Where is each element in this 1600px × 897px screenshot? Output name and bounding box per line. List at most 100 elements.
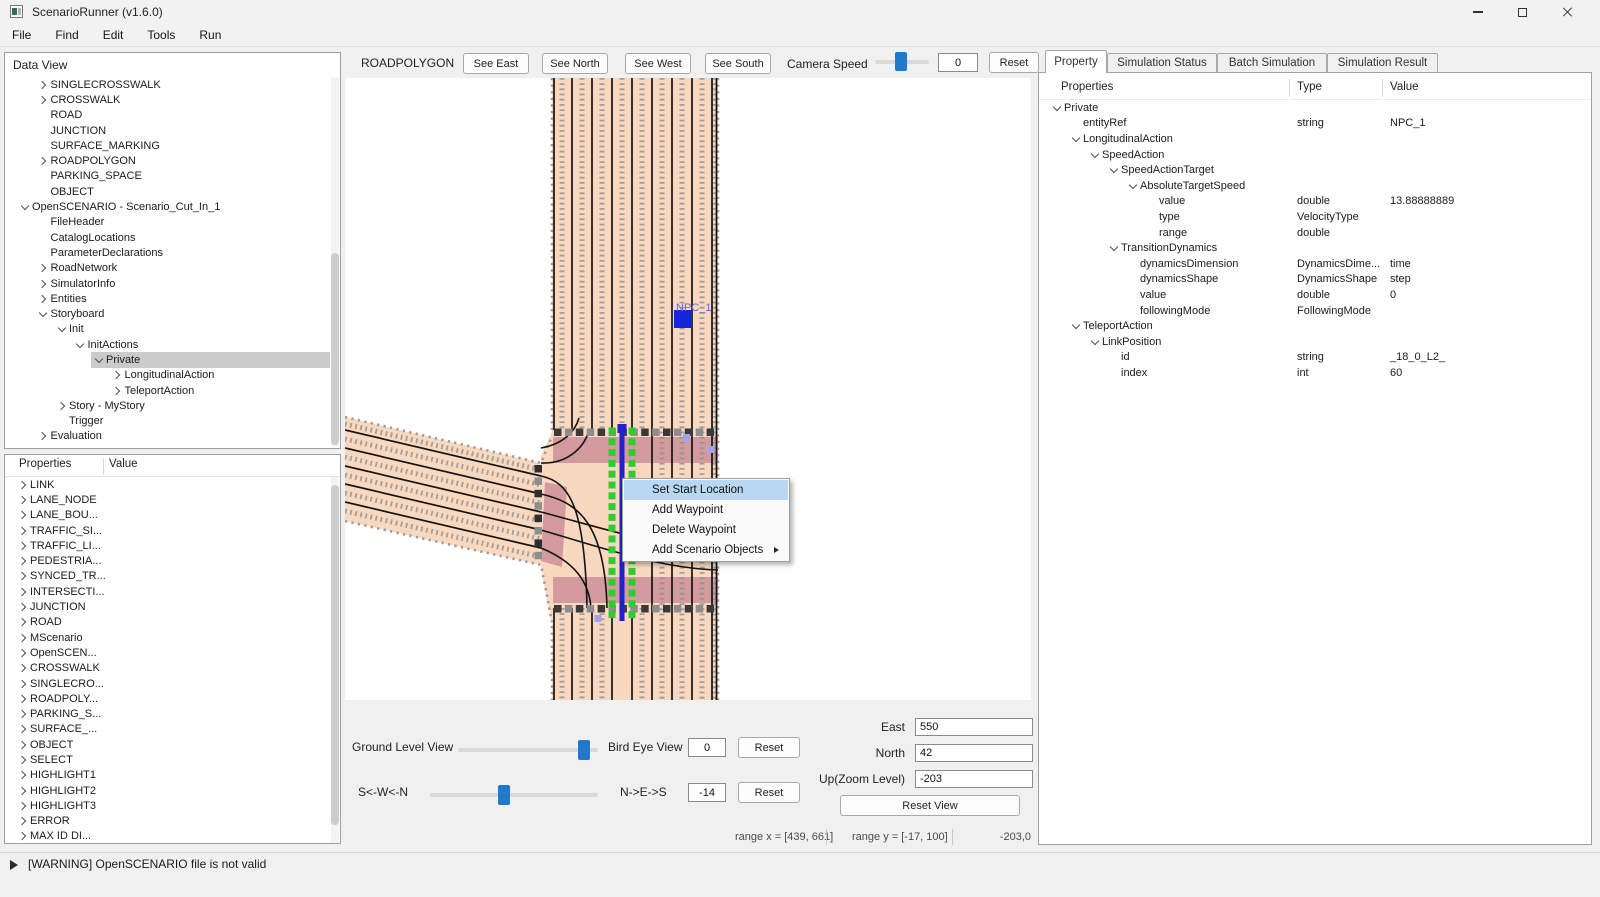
layer-item[interactable]: MAX ID DI...: [5, 829, 330, 844]
property-row[interactable]: followingModeFollowingMode: [1039, 303, 1589, 319]
tree-item[interactable]: InitActions: [5, 337, 330, 352]
property-row[interactable]: SpeedActionTarget: [1039, 162, 1589, 178]
tree-item[interactable]: ROAD: [5, 108, 330, 123]
tree-item[interactable]: Trigger: [5, 414, 330, 429]
data-view-scrollbar[interactable]: [331, 77, 339, 447]
minimize-button[interactable]: [1455, 0, 1500, 24]
tree-item[interactable]: RoadNetwork: [5, 261, 330, 276]
layer-item[interactable]: PEDESTRIA...: [5, 553, 330, 568]
property-row[interactable]: valuedouble13.88888889: [1039, 194, 1589, 210]
layer-item[interactable]: ROAD: [5, 615, 330, 630]
up-zoom-input[interactable]: [915, 770, 1033, 788]
tree-item[interactable]: CROSSWALK: [5, 92, 330, 107]
tree-item[interactable]: SimulatorInfo: [5, 276, 330, 291]
menu-item-edit[interactable]: Edit: [91, 24, 136, 46]
tree-item[interactable]: OpenSCENARIO - Scenario_Cut_In_1: [5, 199, 330, 214]
reset-view-button[interactable]: Reset View: [840, 795, 1020, 816]
rotation-slider-thumb[interactable]: [498, 785, 510, 805]
rotation-slider[interactable]: [430, 793, 598, 797]
tree-item[interactable]: Storyboard: [5, 306, 330, 321]
tree-item[interactable]: CatalogLocations: [5, 230, 330, 245]
property-row[interactable]: rangedouble: [1039, 225, 1589, 241]
tree-item[interactable]: SURFACE_MARKING: [5, 138, 330, 153]
tree-item[interactable]: JUNCTION: [5, 123, 330, 138]
property-row[interactable]: TeleportAction: [1039, 318, 1589, 334]
context-menu-item[interactable]: Add Scenario Objects: [624, 540, 788, 560]
bird-eye-input[interactable]: [688, 738, 726, 757]
layer-item[interactable]: LANE_NODE: [5, 492, 330, 507]
tab-simulation-result[interactable]: Simulation Result: [1327, 53, 1438, 72]
property-row[interactable]: AbsoluteTargetSpeed: [1039, 178, 1589, 194]
layer-item[interactable]: JUNCTION: [5, 599, 330, 614]
camera-speed-slider-thumb[interactable]: [895, 52, 907, 71]
camera-reset-button[interactable]: Reset: [989, 52, 1039, 73]
property-row[interactable]: indexint60: [1039, 365, 1589, 381]
menu-item-run[interactable]: Run: [187, 24, 233, 46]
camera-speed-input[interactable]: [938, 53, 978, 72]
layer-item[interactable]: TRAFFIC_SI...: [5, 523, 330, 538]
layer-item[interactable]: MScenario: [5, 630, 330, 645]
menu-item-tools[interactable]: Tools: [135, 24, 187, 46]
property-row[interactable]: LinkPosition: [1039, 334, 1589, 350]
layer-item[interactable]: OpenSCEN...: [5, 645, 330, 660]
tree-item[interactable]: LongitudinalAction: [5, 368, 330, 383]
tab-simulation-status[interactable]: Simulation Status: [1107, 53, 1217, 72]
property-row[interactable]: valuedouble0: [1039, 287, 1589, 303]
rotation-input[interactable]: [688, 783, 726, 802]
tree-item[interactable]: PARKING_SPACE: [5, 169, 330, 184]
tree-item[interactable]: Entities: [5, 291, 330, 306]
tree-item[interactable]: ParameterDeclarations: [5, 245, 330, 260]
ground-level-slider-thumb[interactable]: [578, 740, 590, 760]
tree-item[interactable]: Private: [5, 352, 330, 367]
see-button-west[interactable]: See West: [625, 53, 691, 74]
map-canvas[interactable]: NPC_1: [345, 78, 1031, 700]
see-button-north[interactable]: See North: [542, 53, 608, 74]
property-row[interactable]: dynamicsDimensionDynamicsDime...time: [1039, 256, 1589, 272]
tree-item[interactable]: ROADPOLYGON: [5, 153, 330, 168]
layer-item[interactable]: OBJECT: [5, 737, 330, 752]
close-button[interactable]: [1545, 0, 1590, 24]
property-row[interactable]: idstring_18_0_L2_: [1039, 350, 1589, 366]
see-button-east[interactable]: See East: [463, 53, 529, 74]
property-row[interactable]: typeVelocityType: [1039, 209, 1589, 225]
maximize-button[interactable]: [1500, 0, 1545, 24]
layer-item[interactable]: LANE_BOU...: [5, 508, 330, 523]
layer-item[interactable]: SYNCED_TR...: [5, 569, 330, 584]
ground-level-slider[interactable]: [458, 748, 598, 752]
bird-eye-reset-button[interactable]: Reset: [738, 737, 800, 758]
rotation-reset-button[interactable]: Reset: [738, 782, 800, 803]
context-menu-item[interactable]: Add Waypoint: [624, 500, 788, 520]
tree-item[interactable]: TeleportAction: [5, 383, 330, 398]
tree-item[interactable]: Story - MyStory: [5, 398, 330, 413]
layer-item[interactable]: ROADPOLY...: [5, 691, 330, 706]
menu-item-file[interactable]: File: [0, 24, 43, 46]
property-row[interactable]: Private: [1039, 100, 1589, 116]
layer-item[interactable]: HIGHLIGHT1: [5, 768, 330, 783]
layer-item[interactable]: SURFACE_...: [5, 722, 330, 737]
tree-item[interactable]: OBJECT: [5, 184, 330, 199]
tab-batch-simulation[interactable]: Batch Simulation: [1217, 53, 1327, 72]
layer-item[interactable]: LINK: [5, 477, 330, 492]
layer-scrollbar[interactable]: [331, 477, 339, 843]
tree-item[interactable]: SINGLECROSSWALK: [5, 77, 330, 92]
property-row[interactable]: TransitionDynamics: [1039, 240, 1589, 256]
tree-item[interactable]: Init: [5, 322, 330, 337]
layer-item[interactable]: HIGHLIGHT2: [5, 783, 330, 798]
see-button-south[interactable]: See South: [705, 53, 771, 74]
tree-item[interactable]: FileHeader: [5, 215, 330, 230]
east-input[interactable]: [915, 718, 1033, 736]
layer-item[interactable]: SELECT: [5, 752, 330, 767]
property-row[interactable]: entityRefstringNPC_1: [1039, 116, 1589, 132]
tree-item[interactable]: Evaluation: [5, 429, 330, 444]
layer-item[interactable]: INTERSECTI...: [5, 584, 330, 599]
property-row[interactable]: dynamicsShapeDynamicsShapestep: [1039, 272, 1589, 288]
layer-item[interactable]: HIGHLIGHT3: [5, 798, 330, 813]
context-menu-item[interactable]: Delete Waypoint: [624, 520, 788, 540]
layer-item[interactable]: TRAFFIC_LI...: [5, 538, 330, 553]
expand-warning-icon[interactable]: [10, 860, 18, 870]
layer-item[interactable]: CROSSWALK: [5, 661, 330, 676]
context-menu-item[interactable]: Set Start Location: [624, 480, 788, 500]
tab-property[interactable]: Property: [1045, 50, 1107, 73]
layer-item[interactable]: SINGLECRO...: [5, 676, 330, 691]
north-input[interactable]: [915, 744, 1033, 762]
